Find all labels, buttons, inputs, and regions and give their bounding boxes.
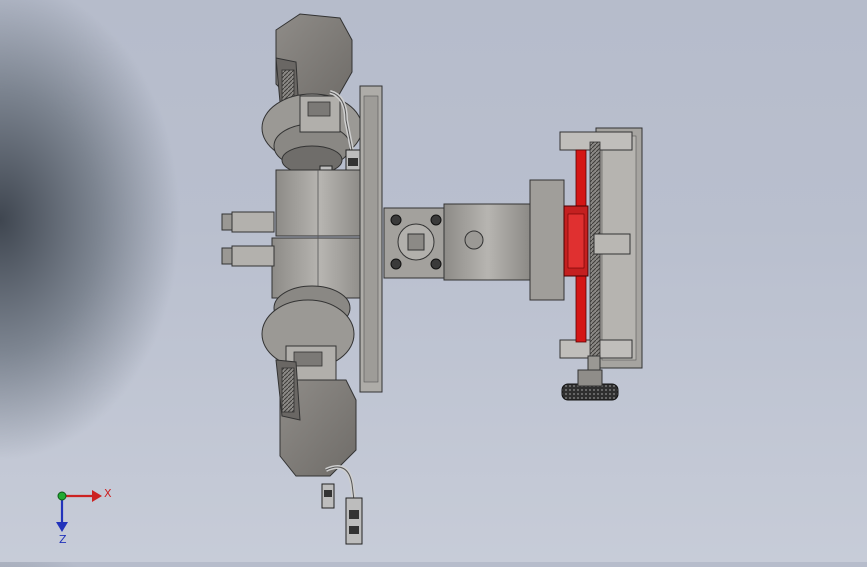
square-shaft	[407, 233, 425, 251]
linear-slide[interactable]	[559, 127, 643, 401]
mounting-plate-face	[363, 95, 379, 383]
lower-servo-motor[interactable]	[261, 285, 363, 545]
triad-x-label: X	[104, 487, 112, 500]
side-pin-lower	[221, 245, 275, 267]
arm-pivot-hole	[464, 230, 484, 250]
triad-x-arrowhead	[92, 490, 102, 502]
bolt-hole	[430, 258, 442, 270]
orientation-triad[interactable]: X Z	[56, 487, 112, 546]
upper-housing-block	[275, 169, 365, 237]
bolt-hole	[390, 258, 402, 270]
bolt-hole	[390, 214, 402, 226]
upper-servo-motor[interactable]	[261, 13, 363, 191]
knob-hub	[577, 369, 603, 387]
cable-connector-icon	[345, 497, 363, 545]
slide-carriage-face	[567, 213, 585, 269]
bolt-hole	[430, 214, 442, 226]
cad-model-viewport[interactable]: X Z	[0, 0, 867, 562]
arm-coupling[interactable]	[383, 179, 565, 301]
lower-motor-fins	[281, 367, 295, 413]
triad-z-arrowhead	[56, 522, 68, 532]
carriage-clamp	[593, 233, 631, 255]
cable-connector-icon	[321, 483, 335, 509]
triad-z-label: Z	[59, 533, 67, 546]
upper-gearbox-window	[307, 101, 331, 117]
arm-bracket	[529, 179, 565, 301]
side-pin-upper	[221, 211, 275, 233]
arm-body	[443, 203, 533, 281]
cad-assembly-drawing[interactable]: X Z	[0, 0, 867, 562]
lower-gearbox-window	[293, 351, 323, 367]
triad-y-axis	[57, 491, 67, 501]
